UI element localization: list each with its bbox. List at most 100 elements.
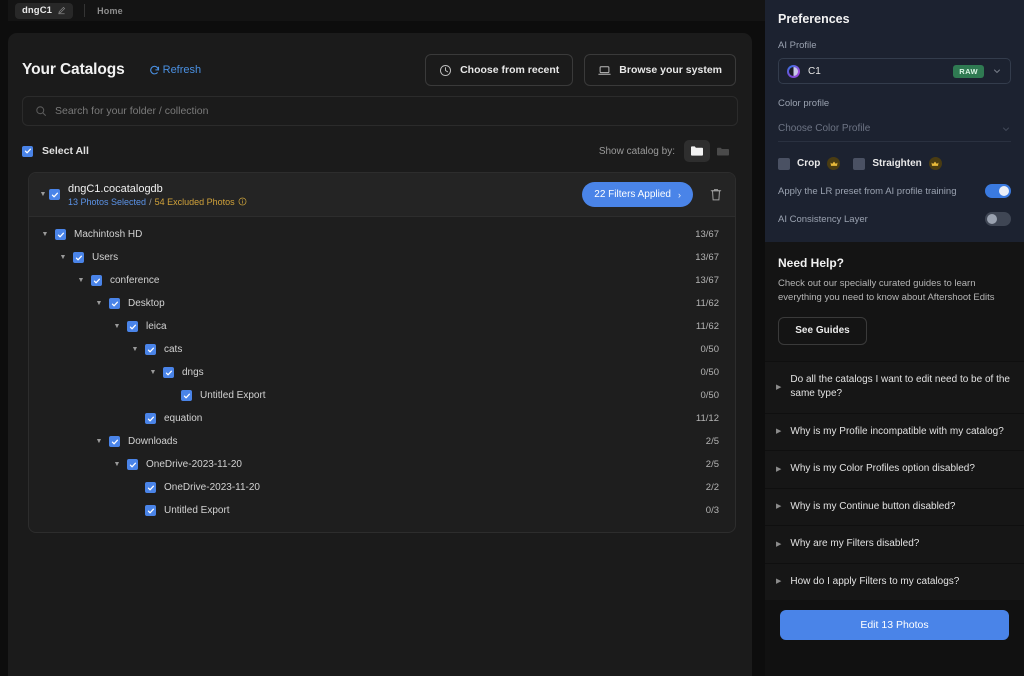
tree-row-checkbox[interactable]	[181, 390, 192, 401]
tree-row[interactable]: ▼OneDrive-2023-11-202/5	[29, 453, 735, 476]
check-icon	[24, 147, 32, 155]
tree-row-checkbox[interactable]	[145, 482, 156, 493]
check-icon	[111, 300, 119, 308]
check-icon	[129, 323, 137, 331]
faq-item[interactable]: ▶Why is my Profile incompatible with my …	[765, 413, 1024, 451]
tree-row[interactable]: ▼Untitled Export0/50	[29, 384, 735, 407]
check-icon	[111, 438, 119, 446]
tree-expand-caret[interactable]: ▼	[75, 277, 87, 284]
tree-row[interactable]: ▼conference13/67	[29, 269, 735, 292]
tree-row[interactable]: ▼OneDrive-2023-11-202/2	[29, 476, 735, 499]
tree-row[interactable]: ▼Desktop11/62	[29, 292, 735, 315]
tree-row-count: 11/62	[696, 321, 719, 332]
view-by-folder-button[interactable]	[684, 140, 710, 162]
faq-item[interactable]: ▶Why is my Continue button disabled?	[765, 488, 1024, 526]
tree-row-checkbox[interactable]	[127, 321, 138, 332]
select-all-checkbox[interactable]	[22, 146, 33, 157]
faq-item[interactable]: ▶Do all the catalogs I want to edit need…	[765, 361, 1024, 413]
chevron-right-icon: ▶	[776, 541, 781, 548]
choose-from-recent-button[interactable]: Choose from recent	[425, 54, 573, 86]
need-help-title: Need Help?	[778, 256, 1011, 270]
lr-preset-toggle[interactable]	[985, 184, 1011, 198]
tree-expand-caret[interactable]: ▼	[111, 323, 123, 330]
ai-profile-select[interactable]: C1 RAW	[778, 58, 1011, 84]
crop-checkbox[interactable]	[778, 158, 790, 170]
tree-row-count: 11/12	[696, 413, 719, 424]
chevron-down-icon[interactable]	[1001, 124, 1011, 134]
tree-row[interactable]: ▼Downloads2/5	[29, 430, 735, 453]
tree-expand-caret[interactable]: ▼	[39, 231, 51, 238]
tree-row-checkbox[interactable]	[91, 275, 102, 286]
check-icon	[183, 392, 191, 400]
refresh-button[interactable]: Refresh	[149, 64, 202, 76]
tree-row[interactable]: ▼ leica 11/62	[29, 315, 735, 338]
tree-row[interactable]: ▼equation11/12	[29, 407, 735, 430]
consistency-layer-toggle[interactable]	[985, 212, 1011, 226]
tree-row-label: Untitled Export	[200, 390, 266, 401]
tree-row-label: cats	[164, 344, 182, 355]
tree-row[interactable]: ▼Untitled Export0/3	[29, 499, 735, 522]
straighten-label: Straighten	[872, 158, 921, 169]
photos-excluded-text: 54 Excluded Photos	[155, 197, 235, 207]
pencil-icon[interactable]	[57, 6, 66, 15]
edit-photos-button[interactable]: Edit 13 Photos	[780, 610, 1009, 640]
right-sidebar: Preferences AI Profile C1 RAW Color prof…	[765, 0, 1024, 676]
straighten-checkbox[interactable]	[853, 158, 865, 170]
tree-row-checkbox[interactable]	[127, 459, 138, 470]
faq-item[interactable]: ▶How do I apply Filters to my catalogs?	[765, 563, 1024, 601]
view-by-collection-button[interactable]	[710, 140, 736, 162]
tree-row-count: 2/5	[706, 436, 719, 447]
trash-icon[interactable]	[709, 187, 723, 202]
tree-row-label: OneDrive-2023-11-20	[146, 459, 242, 470]
breadcrumb-home[interactable]: Home	[97, 6, 123, 16]
tree-row-label: conference	[110, 275, 159, 286]
chevron-right-icon: ▶	[776, 503, 781, 510]
tree-row-checkbox[interactable]	[163, 367, 174, 378]
tree-row-checkbox[interactable]	[55, 229, 66, 240]
chevron-down-icon[interactable]	[992, 66, 1002, 76]
tree-row-count: 13/67	[695, 252, 719, 263]
tree-row-checkbox[interactable]	[145, 505, 156, 516]
tab-label: dngC1	[22, 5, 52, 16]
tree-row-checkbox[interactable]	[109, 298, 120, 309]
check-icon	[147, 507, 155, 515]
tree-row[interactable]: ▼Machintosh HD13/67	[29, 223, 735, 246]
tree-row-checkbox[interactable]	[109, 436, 120, 447]
tree-row-checkbox[interactable]	[145, 344, 156, 355]
tree-row-checkbox[interactable]	[145, 413, 156, 424]
info-icon[interactable]	[238, 197, 247, 206]
ai-profile-value: C1	[808, 66, 821, 77]
catalog-checkbox[interactable]	[49, 189, 60, 200]
search-input[interactable]	[55, 105, 725, 117]
crop-straighten-row: Crop Straighten	[778, 157, 1011, 170]
check-icon	[147, 346, 155, 354]
tree-expand-caret[interactable]: ▼	[57, 254, 69, 261]
browse-your-system-button[interactable]: Browse your system	[584, 54, 736, 86]
chevron-right-icon: ▶	[776, 384, 781, 391]
search-bar[interactable]	[22, 96, 738, 126]
color-profile-select[interactable]: Choose Color Profile	[778, 116, 1011, 142]
tree-expand-caret[interactable]: ▼	[93, 300, 105, 307]
filters-applied-button[interactable]: 22 Filters Applied ›	[582, 182, 693, 207]
see-guides-button[interactable]: See Guides	[778, 317, 867, 345]
lr-preset-row: Apply the LR preset from AI profile trai…	[778, 184, 1011, 198]
tree-row-count: 0/3	[706, 505, 719, 516]
tree-expand-caret[interactable]: ▼	[129, 346, 141, 353]
faq-item[interactable]: ▶Why are my Filters disabled?	[765, 525, 1024, 563]
tree-row-count: 0/50	[701, 344, 720, 355]
tree-row[interactable]: ▼Users13/67	[29, 246, 735, 269]
faq-item[interactable]: ▶Why is my Color Profiles option disable…	[765, 450, 1024, 488]
refresh-label: Refresh	[163, 64, 202, 76]
tree-expand-caret[interactable]: ▼	[111, 461, 123, 468]
tree-expand-caret[interactable]: ▼	[93, 438, 105, 445]
catalogs-header: Your Catalogs Refresh Choose from recent…	[8, 33, 752, 87]
tree-row-checkbox[interactable]	[73, 252, 84, 263]
app-root: dngC1 Home Your Catalogs Refresh Choose	[0, 0, 1024, 676]
tree-row[interactable]: ▼ cats 0/50	[29, 338, 735, 361]
tab-dngc1[interactable]: dngC1	[15, 3, 73, 19]
tree-row-label: leica	[146, 321, 167, 332]
tree-row[interactable]: ▼dngs0/50	[29, 361, 735, 384]
tree-expand-caret[interactable]: ▼	[147, 369, 159, 376]
preferences-panel: Preferences AI Profile C1 RAW Color prof…	[765, 0, 1024, 242]
catalog-expand-caret[interactable]: ▼	[37, 191, 49, 198]
